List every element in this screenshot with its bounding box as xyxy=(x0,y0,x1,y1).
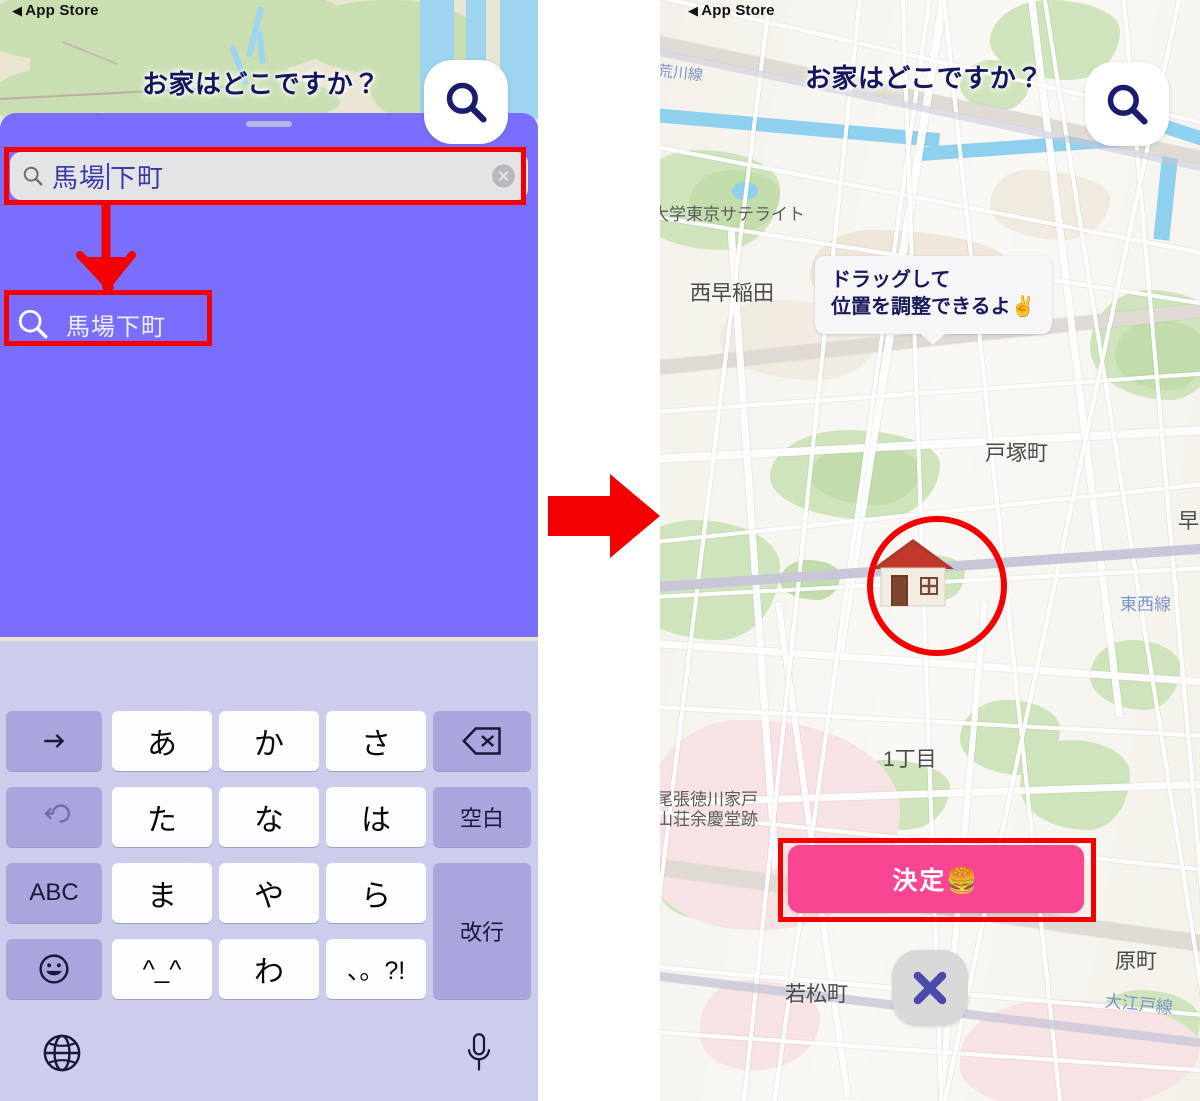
key-emoji[interactable] xyxy=(6,939,102,999)
right-screen: 荒川線 東西線 大江戸線 大学東京サテライト 西早稲田 戸塚町 早稲 1丁目 原… xyxy=(660,0,1200,1101)
search-value-after-caret: 下町 xyxy=(110,162,165,193)
status-bar-left: ◀ App Store xyxy=(4,0,99,20)
map-label-satellite: 大学東京サテライト xyxy=(660,205,805,224)
map-label-nishi-waseda: 西早稲田 xyxy=(690,282,774,305)
search-icon xyxy=(23,166,43,186)
drag-hint-tooltip: ドラッグして 位置を調整できるよ✌️ xyxy=(815,256,1052,345)
map-label-1-chome: 1丁目 xyxy=(883,748,937,771)
key-undo[interactable] xyxy=(6,787,102,847)
map-label-totsuka-cho: 戸塚町 xyxy=(985,442,1048,465)
text-caret xyxy=(107,162,110,190)
close-button[interactable] xyxy=(892,950,968,1026)
search-icon xyxy=(18,309,48,339)
key-sa[interactable]: さ xyxy=(326,711,426,771)
key-ta[interactable]: た xyxy=(112,787,212,847)
microphone-icon[interactable] xyxy=(464,1031,494,1075)
triangle-left-icon: ◀ xyxy=(688,2,699,18)
tooltip-tail xyxy=(920,333,947,345)
red-arrow-down xyxy=(76,203,136,291)
key-return[interactable]: 改行 xyxy=(433,863,531,999)
globe-icon[interactable] xyxy=(42,1033,82,1073)
undo-icon xyxy=(44,804,70,823)
map-label-wakamatsu-cho: 若松町 xyxy=(785,983,848,1006)
tooltip-line-2: 位置を調整できるよ✌️ xyxy=(831,296,1036,318)
key-ra[interactable]: ら xyxy=(326,863,426,923)
map-label-owari-tokugawa-2: 山荘余慶堂跡 xyxy=(660,810,758,829)
emoji-smiley-icon xyxy=(39,954,69,984)
key-space[interactable]: 空白 xyxy=(433,787,531,847)
key-abc[interactable]: ABC xyxy=(6,863,102,923)
key-a[interactable]: あ xyxy=(112,711,212,771)
key-na[interactable]: な xyxy=(219,787,319,847)
search-value-before-caret: 馬場 xyxy=(52,162,107,193)
decide-button[interactable]: 決定🍔 xyxy=(788,845,1084,913)
key-kaomoji[interactable]: ^_^ xyxy=(112,939,212,999)
key-backspace[interactable] xyxy=(433,711,531,771)
page-title-right: お家はどこですか？ xyxy=(805,63,1043,93)
back-to-app-store-label[interactable]: App Store xyxy=(701,2,774,19)
back-to-app-store-label[interactable]: App Store xyxy=(25,2,98,19)
suggestion-label: 馬場下町 xyxy=(66,313,166,341)
arrow-right-icon xyxy=(44,734,65,748)
triangle-left-icon: ◀ xyxy=(12,2,23,18)
keyboard-bottom-row xyxy=(0,1025,538,1091)
key-ma[interactable]: ま xyxy=(112,863,212,923)
key-ha[interactable]: は xyxy=(326,787,426,847)
tutorial-screenshot: ◀ App Store お家はどこですか？ 馬場 下町 馬場下町 あ か さ た… xyxy=(0,0,1200,1101)
close-x-icon xyxy=(913,971,947,1005)
key-arrow-right[interactable] xyxy=(6,711,102,771)
search-fab-left[interactable] xyxy=(424,60,508,144)
key-punctuation[interactable]: 、。?! xyxy=(326,939,426,999)
key-wa[interactable]: わ xyxy=(219,939,319,999)
search-input[interactable]: 馬場 下町 xyxy=(10,152,528,200)
drag-handle[interactable] xyxy=(246,121,292,127)
search-input-text: 馬場 下町 xyxy=(52,158,164,195)
left-screen: ◀ App Store お家はどこですか？ 馬場 下町 馬場下町 あ か さ た… xyxy=(0,0,538,1101)
search-suggestion-row[interactable]: 馬場下町 xyxy=(6,295,214,353)
rail-line-label-tozai: 東西線 xyxy=(1120,595,1171,614)
key-ya[interactable]: や xyxy=(219,863,319,923)
key-ka[interactable]: か xyxy=(219,711,319,771)
red-arrow-right xyxy=(548,474,660,558)
search-icon xyxy=(446,82,487,123)
map-label-hara-machi: 原町 xyxy=(1115,950,1157,973)
page-title-left: お家はどこですか？ xyxy=(142,69,380,99)
search-fab-right[interactable] xyxy=(1085,62,1169,146)
rail-line-label-arakawa: 荒川線 xyxy=(660,62,704,85)
backspace-icon xyxy=(462,727,501,755)
red-circle-home xyxy=(867,516,1007,656)
japanese-keyboard: あ か さ た な は 空白 ABC ま や ら 改行 ^_^ わ 、。?! xyxy=(0,641,538,1101)
map-label-waseda-partial: 早稲 xyxy=(1178,510,1200,533)
search-sheet: 馬場 下町 馬場下町 xyxy=(0,113,538,637)
clear-circle-icon xyxy=(498,171,509,181)
tooltip-line-1: ドラッグして xyxy=(831,269,951,291)
clear-input-button[interactable] xyxy=(492,164,515,188)
status-bar-right: ◀ App Store xyxy=(680,0,775,20)
search-icon xyxy=(1107,84,1148,125)
